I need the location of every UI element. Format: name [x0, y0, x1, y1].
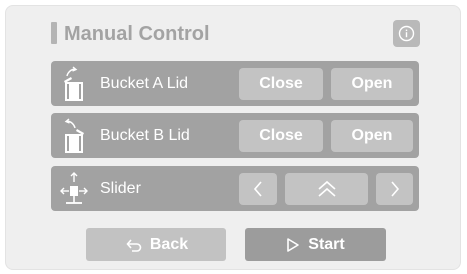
row-label: Bucket A Lid [100, 75, 189, 92]
slider-up-button[interactable] [285, 173, 368, 205]
title-accent-bar [51, 22, 57, 44]
start-label: Start [308, 235, 345, 253]
chevron-left-icon [253, 181, 262, 197]
info-icon [398, 25, 415, 42]
slider-right-button[interactable] [376, 173, 413, 205]
back-label: Back [149, 235, 189, 253]
row-label: Bucket B Lid [100, 127, 190, 144]
bucket-b-close-button[interactable]: Close [239, 120, 323, 152]
info-button[interactable] [393, 20, 420, 47]
bucket-a-close-button[interactable]: Close [239, 68, 323, 100]
slider-move-icon [60, 172, 88, 204]
bucket-a-open-button[interactable]: Open [331, 68, 413, 100]
play-icon [287, 237, 300, 252]
double-chevron-up-icon [317, 180, 336, 197]
bucket-b-open-button[interactable]: Open [331, 120, 413, 152]
chevron-right-icon [390, 181, 399, 197]
panel-title: Manual Control [64, 23, 210, 45]
start-button[interactable]: Start [245, 228, 386, 261]
row-label: Slider [100, 180, 141, 197]
slider-row: Slider [51, 166, 419, 211]
back-button[interactable]: Back [86, 228, 226, 261]
bucket-b-lid-row: Bucket B Lid Close Open [51, 113, 419, 158]
slider-left-button[interactable] [239, 173, 277, 205]
undo-arrow-icon [126, 238, 142, 252]
bucket-a-lid-row: Bucket A Lid Close Open [51, 61, 419, 106]
bucket-lid-icon [64, 118, 84, 153]
bucket-lid-icon [64, 66, 83, 101]
